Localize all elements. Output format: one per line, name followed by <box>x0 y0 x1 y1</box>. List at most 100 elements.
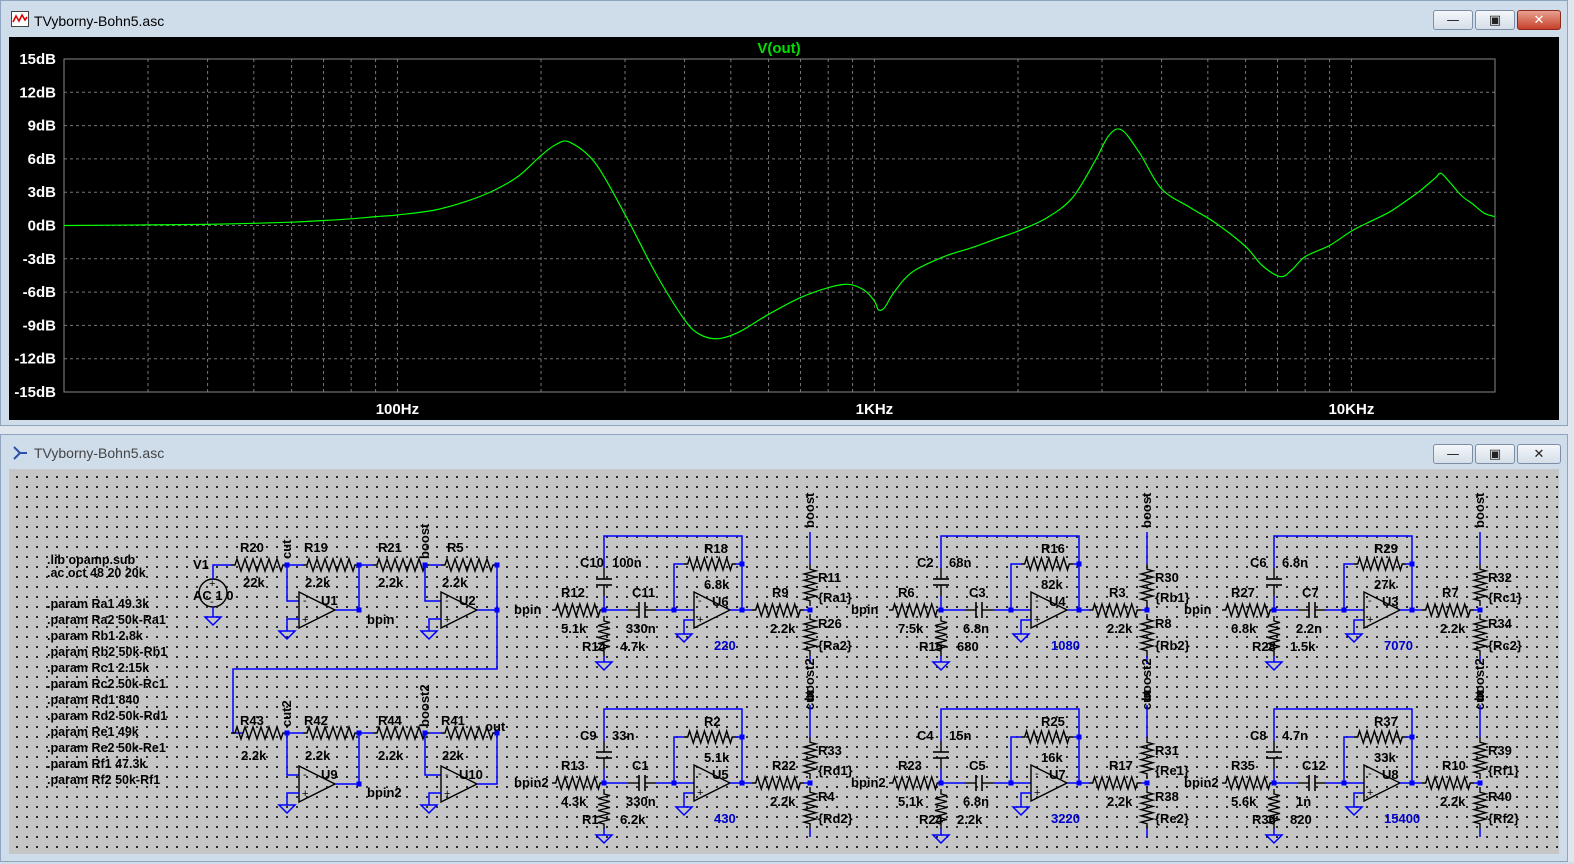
value-{Rc2}: {Rc2} <box>1488 638 1522 653</box>
capacitor-C10[interactable] <box>596 568 612 596</box>
resistor-R22[interactable] <box>752 774 804 792</box>
opamp-minus: - <box>303 769 307 781</box>
schematic-close-button[interactable]: ✕ <box>1517 444 1561 464</box>
y-tick-label: 15dB <box>19 51 56 68</box>
capacitor-C5[interactable] <box>965 775 993 791</box>
resistor-R19[interactable] <box>303 556 359 574</box>
resistor-R16[interactable] <box>1021 555 1073 573</box>
opamp-minus: - <box>303 595 307 607</box>
resistor-R6[interactable] <box>889 601 941 619</box>
resistor-R11[interactable] <box>801 564 819 606</box>
resistor-R35[interactable] <box>1222 774 1274 792</box>
spice-directive: .param Re1 49k <box>47 725 139 739</box>
resistor-R39[interactable] <box>1471 737 1489 779</box>
resistor-R29[interactable] <box>1354 555 1406 573</box>
resistor-R13[interactable] <box>552 774 604 792</box>
resistor-R9[interactable] <box>752 601 804 619</box>
capacitor-C2[interactable] <box>933 568 949 596</box>
junction <box>1076 607 1082 613</box>
resistor-R12[interactable] <box>552 601 604 619</box>
resistor-R31[interactable] <box>1138 737 1156 779</box>
net-label-boost: boost <box>802 492 817 528</box>
ref-R37: R37 <box>1374 714 1398 729</box>
waveform-plot[interactable]: 15dB 12dB 9dB 6dB 3dB 0dB -3dB -6dB -9dB -12dB -15… <box>9 37 1559 420</box>
net-label-bpin2: bpin2 <box>367 785 402 800</box>
capacitor-C9[interactable] <box>596 741 612 769</box>
resistor-R34[interactable] <box>1471 614 1489 656</box>
resistor-R25[interactable] <box>1021 728 1073 746</box>
schematic-minimize-button[interactable]: — <box>1433 444 1473 464</box>
resistor-R30[interactable] <box>1138 564 1156 606</box>
source-name: V1 <box>193 557 209 572</box>
wire <box>428 618 441 631</box>
resistor-R38[interactable] <box>1138 787 1156 829</box>
resistor-R2[interactable] <box>684 728 736 746</box>
wire <box>424 565 441 602</box>
plot-window-titlebar[interactable]: TVyborny-Bohn5.asc — ▣ ✕ <box>1 1 1567 35</box>
resistor-R44[interactable] <box>373 724 429 742</box>
schematic-window-titlebar[interactable]: TVyborny-Bohn5.asc — ▣ ✕ <box>1 435 1567 469</box>
resistor-R43[interactable] <box>231 724 287 742</box>
capacitor-C7[interactable] <box>1298 602 1326 618</box>
band-freq-label: 1080 <box>1051 638 1080 653</box>
ground-icon <box>1011 806 1031 817</box>
value-33n: 33n <box>612 728 634 743</box>
ref-C7: C7 <box>1302 585 1319 600</box>
capacitor-C1[interactable] <box>628 775 656 791</box>
resistor-R42[interactable] <box>303 724 359 742</box>
opamp-plus: + <box>1367 787 1373 799</box>
ref-U5: U5 <box>712 767 729 782</box>
trace-label[interactable]: V(out) <box>757 40 800 57</box>
value-15n: 15n <box>949 728 971 743</box>
resistor-R1[interactable] <box>597 789 611 829</box>
ref-R2: R2 <box>704 714 721 729</box>
resistor-R8[interactable] <box>1138 614 1156 656</box>
capacitor-C6[interactable] <box>1266 568 1282 596</box>
capacitor-C3[interactable] <box>965 602 993 618</box>
capacitor-C11[interactable] <box>628 602 656 618</box>
resistor-R26[interactable] <box>801 614 819 656</box>
value-2.2k: 2.2k <box>770 621 796 636</box>
resistor-R17[interactable] <box>1089 774 1141 792</box>
resistor-R20[interactable] <box>231 556 287 574</box>
resistor-R18[interactable] <box>684 555 736 573</box>
resistor-R10[interactable] <box>1422 774 1474 792</box>
ref-R25: R25 <box>1041 714 1065 729</box>
trace-vout[interactable] <box>63 128 1496 340</box>
resistor-R4[interactable] <box>801 787 819 829</box>
band-input-label: bpin <box>514 602 541 617</box>
ref-U1: U1 <box>321 593 338 608</box>
net-label-boost: boost <box>417 523 432 559</box>
close-button[interactable]: ✕ <box>1517 10 1561 30</box>
resistor-R40[interactable] <box>1471 787 1489 829</box>
ref-R8: R8 <box>1155 616 1172 631</box>
schematic-window-title: TVyborny-Bohn5.asc <box>34 445 165 461</box>
capacitor-C4[interactable] <box>933 741 949 769</box>
minimize-button[interactable]: — <box>1433 10 1473 30</box>
resistor-R37[interactable] <box>1354 728 1406 746</box>
net-label-bpin: bpin <box>367 612 394 627</box>
ref-U7: U7 <box>1049 767 1066 782</box>
minimize-icon: — <box>1446 446 1460 462</box>
resistor-R33[interactable] <box>801 737 819 779</box>
maximize-button[interactable]: ▣ <box>1475 10 1515 30</box>
ref-R7: R7 <box>1442 585 1459 600</box>
value-6.8k: 6.8k <box>1231 621 1257 636</box>
capacitor-C12[interactable] <box>1298 775 1326 791</box>
resistor-R27[interactable] <box>1222 601 1274 619</box>
wire <box>286 565 299 602</box>
schematic-canvas[interactable]: .lib opamp.sub .ac oct 48 20 20k .param Ra… <box>9 469 1559 864</box>
resistor-R7[interactable] <box>1422 601 1474 619</box>
capacitor-C8[interactable] <box>1266 741 1282 769</box>
value-R5: 2.2k <box>442 575 468 590</box>
resistor-R21[interactable] <box>373 556 429 574</box>
schematic-maximize-button[interactable]: ▣ <box>1475 444 1515 464</box>
resistor-R3[interactable] <box>1089 601 1141 619</box>
resistor-R23[interactable] <box>889 774 941 792</box>
net-label-boost2: boost2 <box>1472 658 1487 701</box>
wire <box>1353 619 1364 634</box>
resistor-R32[interactable] <box>1471 564 1489 606</box>
ref-R44: R44 <box>378 713 403 728</box>
resistor-R5[interactable] <box>441 556 497 574</box>
ground-icon <box>931 834 951 845</box>
